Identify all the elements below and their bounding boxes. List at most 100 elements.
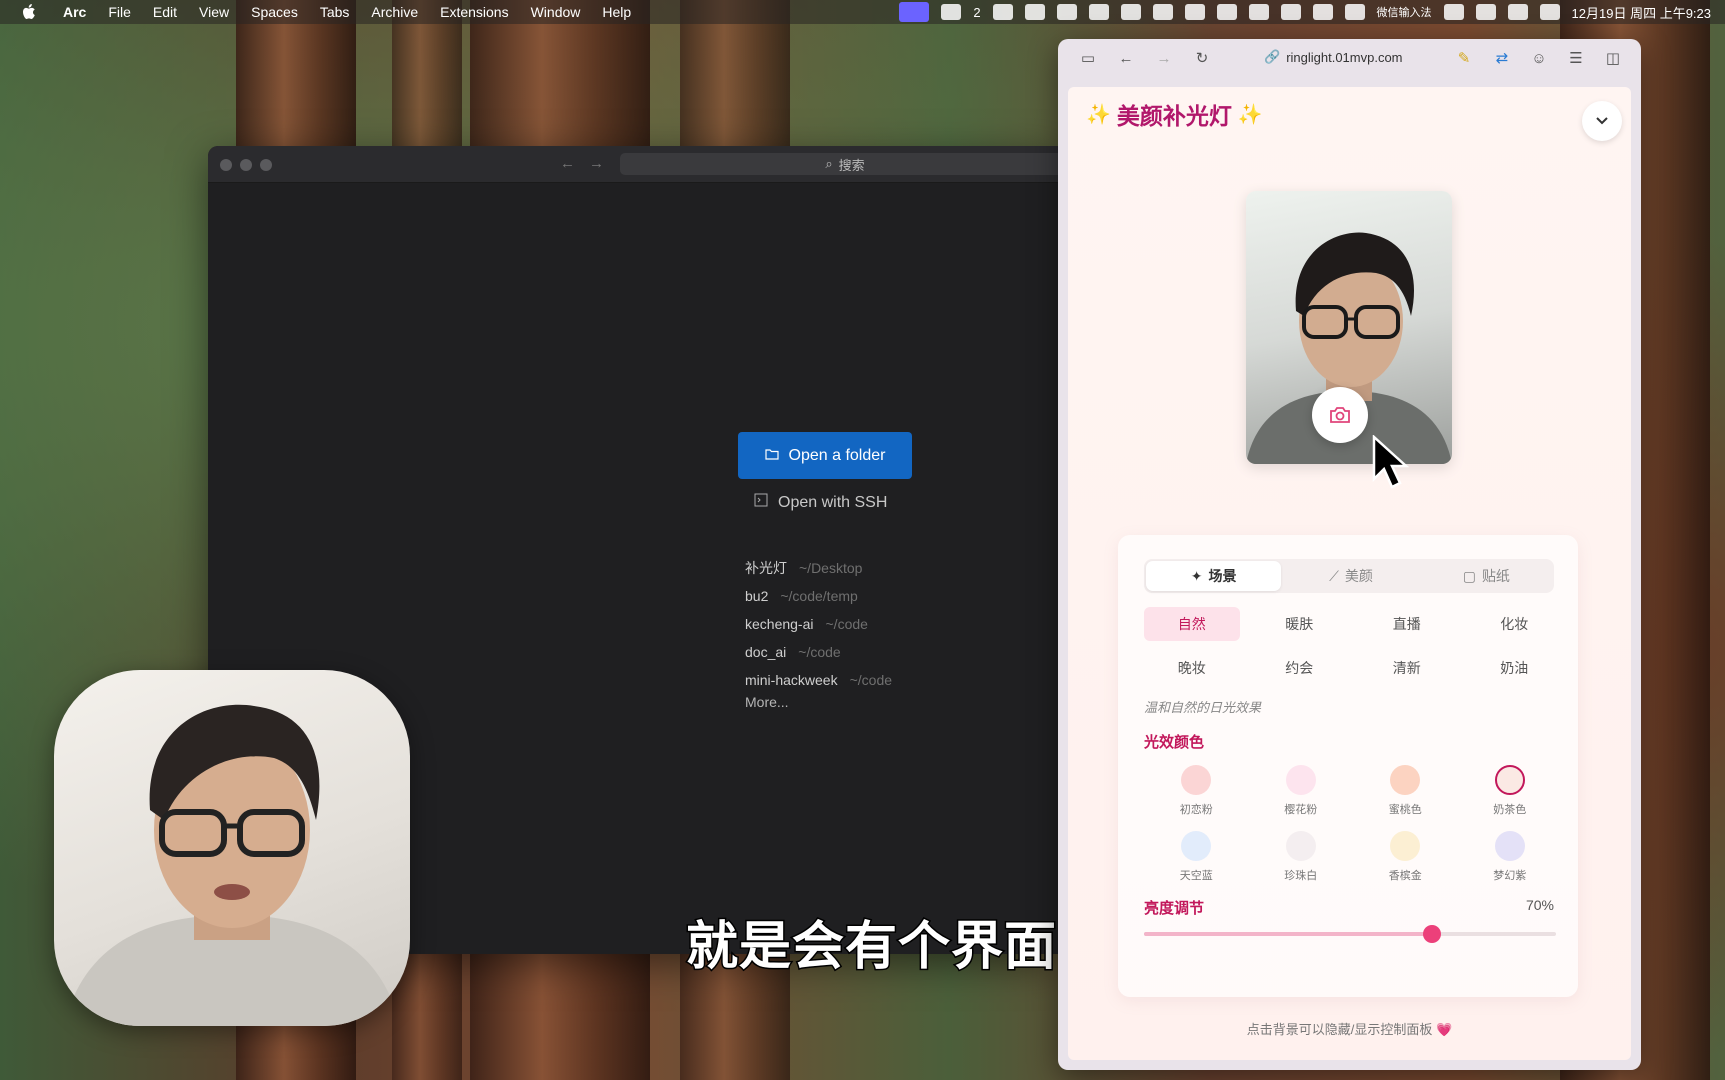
forward-arrow-icon[interactable]: → [1156, 51, 1172, 67]
control-center-icon[interactable] [1539, 4, 1560, 20]
recent-project-item[interactable]: doc_ai ~/code [745, 638, 892, 666]
profile-extension-icon[interactable]: ☺ [1531, 51, 1547, 67]
input-method-label[interactable]: 微信输入法 [1377, 4, 1432, 20]
scene-option[interactable]: 自然 [1144, 607, 1240, 641]
clapper-icon[interactable] [992, 4, 1013, 20]
rocket-icon[interactable] [1152, 4, 1173, 20]
control-panel-card: ✦ 场景 ⟋ 美颜 ▢ 贴纸 自然 暖肤 直播 化妆 晚妆 约会 清新 奶油 温… [1118, 535, 1578, 997]
chevron-down-icon [1596, 117, 1608, 125]
menu-extensions[interactable]: Extensions [429, 0, 519, 24]
menu-spaces[interactable]: Spaces [240, 0, 309, 24]
brightness-slider[interactable] [1144, 925, 1556, 943]
brightness-slider-thumb[interactable] [1423, 925, 1442, 943]
color-swatch[interactable]: 香槟金 [1353, 831, 1458, 883]
color-dot [1181, 765, 1212, 795]
color-swatch-label: 樱花粉 [1284, 804, 1318, 816]
todo-badge-count[interactable]: 2 [973, 5, 980, 20]
menu-window[interactable]: Window [520, 0, 592, 24]
menubar-clock[interactable]: 12月19日 周四 上午9:23 [1572, 3, 1711, 22]
zoom-window-button[interactable] [260, 159, 272, 171]
scene-option[interactable]: 奶油 [1467, 651, 1563, 685]
recent-project-item[interactable]: 补光灯 ~/Desktop [745, 554, 892, 582]
scene-option[interactable]: 清新 [1359, 651, 1455, 685]
settings-slider-icon[interactable]: ☰ [1568, 51, 1584, 67]
color-swatch-label: 珍珠白 [1284, 870, 1318, 882]
back-arrow-icon[interactable]: ← [560, 155, 575, 172]
ringlight-page[interactable]: ✨ 美颜补光灯 ✨ ✦ 场景 ⟋ 美颜 ▢ 贴纸 自然 暖肤 直播 化妆 晚妆 … [1068, 87, 1631, 1060]
menu-archive[interactable]: Archive [360, 0, 429, 24]
recent-project-item[interactable]: mini-hackweek ~/code [745, 666, 892, 694]
capture-photo-button[interactable] [1312, 387, 1368, 443]
recent-project-name: 补光灯 [745, 560, 787, 576]
battery-icon[interactable] [1443, 4, 1464, 20]
forward-arrow-icon[interactable]: → [589, 155, 604, 172]
battery-small-icon[interactable] [1120, 4, 1141, 20]
pin-icon[interactable] [1088, 4, 1109, 20]
open-folder-button[interactable]: Open a folder [738, 432, 912, 479]
menu-view[interactable]: View [188, 0, 240, 24]
color-swatch[interactable]: 梦幻紫 [1458, 831, 1563, 883]
pen-extension-icon[interactable]: ✎ [1456, 51, 1472, 67]
recent-project-path: ~/Desktop [799, 560, 863, 576]
window-controls [220, 159, 272, 171]
keyboard-layout-icon[interactable] [1216, 4, 1237, 20]
menu-app-name[interactable]: Arc [52, 0, 97, 24]
tab-beauty[interactable]: ⟋ 美颜 [1283, 559, 1418, 593]
bird-icon[interactable] [1280, 4, 1301, 20]
mouse-cursor-icon [1372, 434, 1412, 496]
recent-project-item[interactable]: kecheng-ai ~/code [745, 610, 892, 638]
reload-icon[interactable]: ↻ [1194, 51, 1210, 67]
input-method-icon[interactable] [1344, 4, 1365, 20]
menu-help[interactable]: Help [591, 0, 642, 24]
tab-scene[interactable]: ✦ 场景 [1146, 561, 1282, 591]
color-swatch[interactable]: 初恋粉 [1144, 765, 1249, 817]
color-swatch[interactable]: 天空蓝 [1144, 831, 1249, 883]
minimize-window-button[interactable] [240, 159, 252, 171]
address-bar[interactable]: 🔗 ringlight.01mvp.com [1264, 49, 1403, 65]
wifi-icon[interactable] [1475, 4, 1496, 20]
scene-description: 温和自然的日光效果 [1144, 700, 1262, 715]
translate-extension-icon[interactable]: ⇄ [1494, 51, 1510, 67]
scene-option[interactable]: 化妆 [1467, 607, 1563, 641]
keyboard-icon[interactable] [1056, 4, 1077, 20]
scene-option[interactable]: 约会 [1252, 651, 1348, 685]
scene-option[interactable]: 暖肤 [1252, 607, 1348, 641]
paste-app-icon[interactable] [1184, 4, 1205, 20]
message-icon[interactable] [1248, 4, 1269, 20]
screen-mirroring-icon[interactable] [899, 2, 930, 22]
scene-option[interactable]: 直播 [1359, 607, 1455, 641]
split-view-icon[interactable]: ◫ [1605, 51, 1621, 67]
webcam-overlay [54, 670, 410, 1026]
window-icon[interactable] [1312, 4, 1333, 20]
apple-logo-icon[interactable] [20, 3, 38, 21]
menu-edit[interactable]: Edit [142, 0, 188, 24]
tab-sticker[interactable]: ▢ 贴纸 [1419, 559, 1554, 593]
command-search-box[interactable]: ⌕ 搜索 [620, 153, 1058, 175]
color-swatch[interactable]: 奶茶色 [1458, 765, 1563, 817]
editor-titlebar[interactable]: ← → ⌕ 搜索 [208, 146, 1058, 183]
color-dot [1390, 765, 1421, 795]
menu-file[interactable]: File [97, 0, 142, 24]
subtitle-icon[interactable] [1024, 4, 1045, 20]
recent-projects-list: 补光灯 ~/Desktop bu2 ~/code/temp kecheng-ai… [745, 554, 892, 710]
collapse-panel-button[interactable] [1582, 101, 1622, 141]
link-icon: 🔗 [1264, 49, 1281, 64]
open-ssh-link[interactable]: Open with SSH [754, 493, 887, 512]
recent-project-path: ~/code [798, 644, 841, 660]
color-swatch-grid: 初恋粉 樱花粉 蜜桃色 奶茶色 天空蓝 珍珠白 香槟金 梦幻紫 [1144, 765, 1562, 883]
back-arrow-icon[interactable]: ← [1118, 51, 1134, 67]
open-folder-label: Open a folder [788, 446, 886, 464]
color-swatch[interactable]: 樱花粉 [1249, 765, 1354, 817]
scene-option[interactable]: 晚妆 [1144, 651, 1240, 685]
close-window-button[interactable] [220, 159, 232, 171]
spotlight-search-icon[interactable] [1507, 4, 1528, 20]
recent-project-item[interactable]: bu2 ~/code/temp [745, 582, 892, 610]
color-dot [1494, 765, 1525, 795]
sidebar-toggle-icon[interactable]: ▭ [1080, 51, 1096, 67]
browser-toolbar: ▭ ← → ↻ 🔗 ringlight.01mvp.com ✎ ⇄ ☺ ☰ ◫ [1058, 39, 1641, 79]
menu-tabs[interactable]: Tabs [309, 0, 361, 24]
color-swatch[interactable]: 珍珠白 [1249, 831, 1354, 883]
more-projects-link[interactable]: More... [745, 694, 892, 710]
wechat-icon[interactable] [941, 4, 962, 20]
color-swatch[interactable]: 蜜桃色 [1353, 765, 1458, 817]
